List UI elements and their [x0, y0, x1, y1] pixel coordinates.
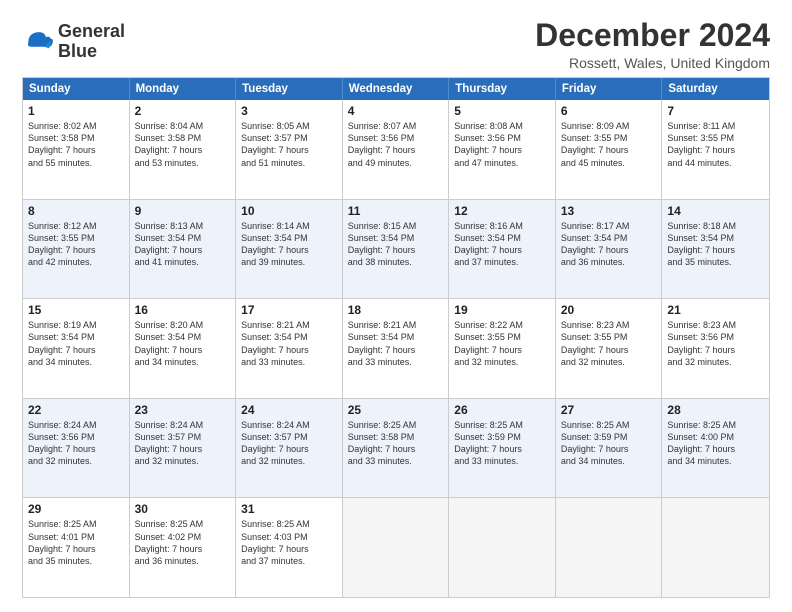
cal-cell-22: 22 Sunrise: 8:24 AM Sunset: 3:56 PM Dayl… [23, 399, 130, 498]
cal-cell-28: 28 Sunrise: 8:25 AM Sunset: 4:00 PM Dayl… [662, 399, 769, 498]
cal-cell-11: 11 Sunrise: 8:15 AM Sunset: 3:54 PM Dayl… [343, 200, 450, 299]
calendar: Sunday Monday Tuesday Wednesday Thursday… [22, 77, 770, 598]
cal-cell-17: 17 Sunrise: 8:21 AM Sunset: 3:54 PM Dayl… [236, 299, 343, 398]
logo-text: General Blue [58, 22, 125, 62]
cal-cell-4: 4 Sunrise: 8:07 AM Sunset: 3:56 PM Dayli… [343, 100, 450, 199]
cal-cell-5: 5 Sunrise: 8:08 AM Sunset: 3:56 PM Dayli… [449, 100, 556, 199]
cal-cell-25: 25 Sunrise: 8:25 AM Sunset: 3:58 PM Dayl… [343, 399, 450, 498]
cal-cell-12: 12 Sunrise: 8:16 AM Sunset: 3:54 PM Dayl… [449, 200, 556, 299]
logo: General Blue [22, 22, 125, 62]
cal-cell-empty [343, 498, 450, 597]
header-row: General Blue December 2024 Rossett, Wale… [22, 18, 770, 71]
calendar-body: 1 Sunrise: 8:02 AM Sunset: 3:58 PM Dayli… [23, 100, 769, 597]
cal-cell-18: 18 Sunrise: 8:21 AM Sunset: 3:54 PM Dayl… [343, 299, 450, 398]
cal-cell-empty [449, 498, 556, 597]
logo-icon [22, 26, 54, 58]
cal-cell-23: 23 Sunrise: 8:24 AM Sunset: 3:57 PM Dayl… [130, 399, 237, 498]
calendar-week-5: 29 Sunrise: 8:25 AM Sunset: 4:01 PM Dayl… [23, 497, 769, 597]
calendar-week-2: 8 Sunrise: 8:12 AM Sunset: 3:55 PM Dayli… [23, 199, 769, 299]
header-friday: Friday [556, 78, 663, 100]
page: General Blue December 2024 Rossett, Wale… [0, 0, 792, 612]
calendar-header: Sunday Monday Tuesday Wednesday Thursday… [23, 78, 769, 100]
main-title: December 2024 [535, 18, 770, 53]
cal-cell-7: 7 Sunrise: 8:11 AM Sunset: 3:55 PM Dayli… [662, 100, 769, 199]
cal-cell-1: 1 Sunrise: 8:02 AM Sunset: 3:58 PM Dayli… [23, 100, 130, 199]
cal-cell-15: 15 Sunrise: 8:19 AM Sunset: 3:54 PM Dayl… [23, 299, 130, 398]
header-tuesday: Tuesday [236, 78, 343, 100]
cal-cell-empty [556, 498, 663, 597]
cal-cell-16: 16 Sunrise: 8:20 AM Sunset: 3:54 PM Dayl… [130, 299, 237, 398]
subtitle: Rossett, Wales, United Kingdom [535, 55, 770, 71]
cal-cell-21: 21 Sunrise: 8:23 AM Sunset: 3:56 PM Dayl… [662, 299, 769, 398]
cal-cell-2: 2 Sunrise: 8:04 AM Sunset: 3:58 PM Dayli… [130, 100, 237, 199]
cal-cell-29: 29 Sunrise: 8:25 AM Sunset: 4:01 PM Dayl… [23, 498, 130, 597]
calendar-week-4: 22 Sunrise: 8:24 AM Sunset: 3:56 PM Dayl… [23, 398, 769, 498]
header-monday: Monday [130, 78, 237, 100]
cal-cell-6: 6 Sunrise: 8:09 AM Sunset: 3:55 PM Dayli… [556, 100, 663, 199]
cal-cell-26: 26 Sunrise: 8:25 AM Sunset: 3:59 PM Dayl… [449, 399, 556, 498]
cal-cell-31: 31 Sunrise: 8:25 AM Sunset: 4:03 PM Dayl… [236, 498, 343, 597]
cal-cell-9: 9 Sunrise: 8:13 AM Sunset: 3:54 PM Dayli… [130, 200, 237, 299]
cal-cell-24: 24 Sunrise: 8:24 AM Sunset: 3:57 PM Dayl… [236, 399, 343, 498]
cal-cell-30: 30 Sunrise: 8:25 AM Sunset: 4:02 PM Dayl… [130, 498, 237, 597]
header-saturday: Saturday [662, 78, 769, 100]
cal-cell-13: 13 Sunrise: 8:17 AM Sunset: 3:54 PM Dayl… [556, 200, 663, 299]
cal-cell-20: 20 Sunrise: 8:23 AM Sunset: 3:55 PM Dayl… [556, 299, 663, 398]
cal-cell-3: 3 Sunrise: 8:05 AM Sunset: 3:57 PM Dayli… [236, 100, 343, 199]
cal-cell-8: 8 Sunrise: 8:12 AM Sunset: 3:55 PM Dayli… [23, 200, 130, 299]
cal-cell-27: 27 Sunrise: 8:25 AM Sunset: 3:59 PM Dayl… [556, 399, 663, 498]
cal-cell-empty [662, 498, 769, 597]
cal-cell-14: 14 Sunrise: 8:18 AM Sunset: 3:54 PM Dayl… [662, 200, 769, 299]
header-thursday: Thursday [449, 78, 556, 100]
calendar-week-1: 1 Sunrise: 8:02 AM Sunset: 3:58 PM Dayli… [23, 100, 769, 199]
calendar-week-3: 15 Sunrise: 8:19 AM Sunset: 3:54 PM Dayl… [23, 298, 769, 398]
title-block: December 2024 Rossett, Wales, United Kin… [535, 18, 770, 71]
header-wednesday: Wednesday [343, 78, 450, 100]
cal-cell-10: 10 Sunrise: 8:14 AM Sunset: 3:54 PM Dayl… [236, 200, 343, 299]
cal-cell-19: 19 Sunrise: 8:22 AM Sunset: 3:55 PM Dayl… [449, 299, 556, 398]
header-sunday: Sunday [23, 78, 130, 100]
